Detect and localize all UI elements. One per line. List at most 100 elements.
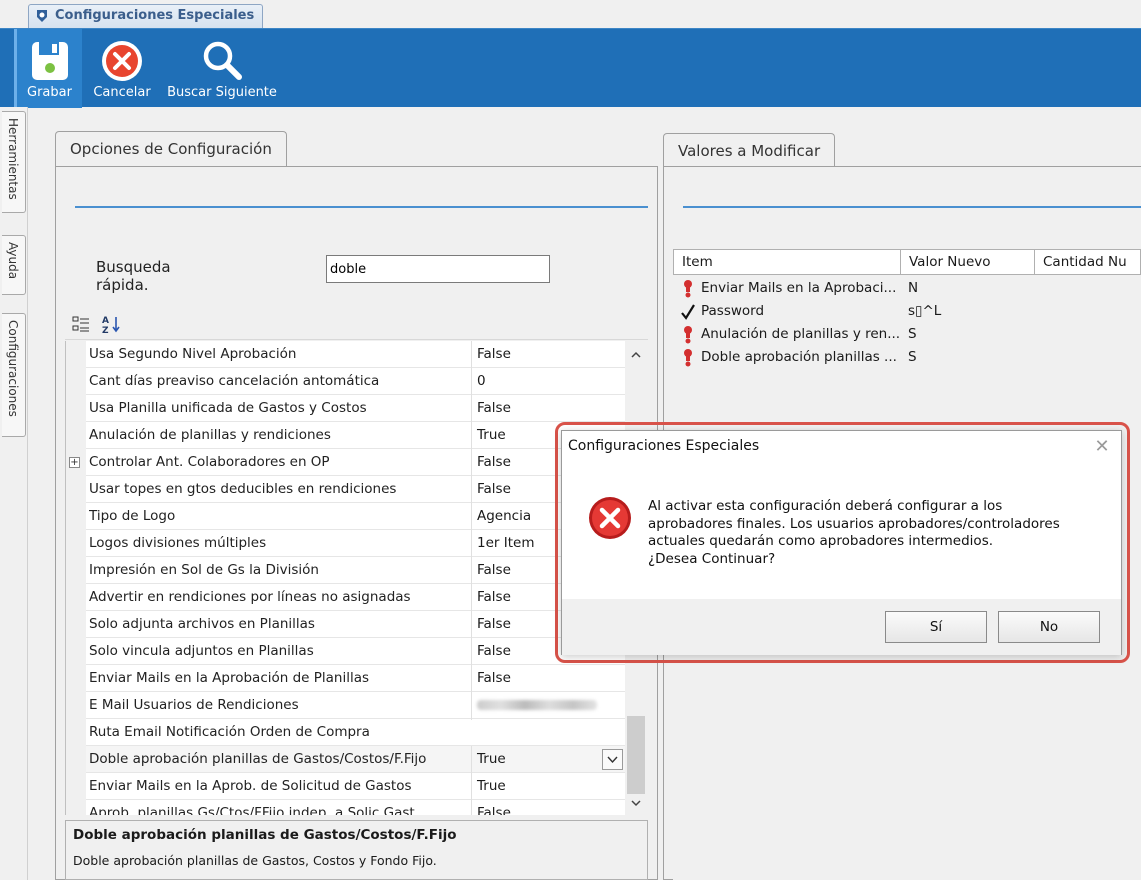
grid-row[interactable]: Logos divisiones múltiples 1er Item [66,530,625,557]
toolbar: Grabar Cancelar Buscar Siguiente [0,28,1141,108]
side-tab-label: Configuraciones [6,320,20,417]
grid-row[interactable]: Tipo de Logo Agencia [66,503,625,530]
row-name: Usa Segundo Nivel Aprobación [89,346,297,362]
expand-plus-icon[interactable]: + [69,457,80,468]
exclamation-icon [684,280,692,298]
tab-label: Opciones de Configuración [70,140,272,158]
grid-row[interactable]: Ruta Email Notificación Orden de Compra [66,719,625,746]
categorized-view-icon[interactable] [71,314,91,334]
dialog-message: Al activar esta configuración deberá con… [648,498,1088,568]
list-item-value: S [908,349,917,365]
find-next-button-label: Buscar Siguiente [167,85,277,100]
svg-text:A: A [102,316,109,326]
property-grid-toolbar: A Z [65,308,648,340]
column-header-valor-nuevo[interactable]: Valor Nuevo [901,250,1035,274]
scroll-up-icon[interactable] [625,345,647,365]
row-name: Controlar Ant. Colaboradores en OP [89,454,330,470]
list-item-name: Doble aprobación planillas ... [701,349,897,365]
cancel-button-label: Cancelar [93,85,151,100]
grid-row[interactable]: E Mail Usuarios de Rendiciones [66,692,625,720]
list-item[interactable]: Anulación de planillas y ren... S [673,323,1141,346]
grid-row[interactable]: Aprob. planillas Gs/Ctos/FFijo indep. a … [66,800,625,815]
exclamation-icon [684,326,692,344]
side-tab-configuraciones[interactable]: Configuraciones [2,313,26,437]
description-title: Doble aprobación planillas de Gastos/Cos… [73,827,457,843]
confirm-dialog: Configuraciones Especiales ✕ Al activar … [561,430,1122,655]
row-name: Logos divisiones múltiples [89,535,267,551]
row-value[interactable]: False [471,341,625,368]
scroll-down-icon[interactable] [625,793,647,813]
exclamation-icon [684,349,692,367]
checkmark-icon [681,304,695,320]
row-name: Tipo de Logo [89,508,176,524]
row-name: Doble aprobación planillas de Gastos/Cos… [89,751,427,767]
quick-search-input[interactable] [326,255,550,283]
chevron-down-icon [607,756,618,764]
row-name: Advertir en rendiciones por líneas no as… [89,589,411,605]
list-item[interactable]: Password s▯^L [673,300,1141,323]
property-grid: Usa Segundo Nivel Aprobación False Cant d… [65,341,625,815]
row-value-redacted[interactable] [471,692,625,720]
column-header-item[interactable]: Item [674,250,901,274]
description-text: Doble aprobación planillas de Gastos, Co… [73,853,437,868]
scroll-thumb[interactable] [627,716,645,794]
window-tab[interactable]: Configuraciones Especiales [28,4,264,28]
dialog-message-line: Al activar esta configuración deberá con… [648,498,1003,514]
dialog-message-line: ¿Desea Continuar? [648,550,776,567]
alphabetical-sort-icon[interactable]: A Z [101,314,121,336]
grid-row[interactable]: Enviar Mails en la Aprobación de Planill… [66,665,625,692]
yes-button[interactable]: Sí [885,611,987,643]
grid-row[interactable]: Usa Segundo Nivel Aprobación False [66,341,625,368]
grid-row[interactable]: Solo adjunta archivos en Planillas False [66,611,625,638]
tab-label: Valores a Modificar [678,142,821,160]
row-value[interactable]: False [471,800,625,815]
list-item-name: Enviar Mails en la Aprobaci... [701,280,897,296]
grid-row[interactable]: Solo vincula adjuntos en Planillas False [66,638,625,665]
row-value[interactable]: 0 [471,368,625,395]
grid-row[interactable]: Impresión en Sol de Gs la División False [66,557,625,584]
list-item[interactable]: Enviar Mails en la Aprobaci... N [673,277,1141,300]
row-name: Solo adjunta archivos en Planillas [89,616,315,632]
grid-row[interactable]: Cant días preaviso cancelación antomátic… [66,368,625,395]
grid-row-selected[interactable]: Doble aprobación planillas de Gastos/Cos… [66,746,625,773]
row-value[interactable]: True [471,773,625,800]
row-name: Cant días preaviso cancelación antomátic… [89,373,380,389]
column-header-cantidad[interactable]: Cantidad Nu [1035,250,1141,274]
app-logo-icon [37,10,47,22]
close-icon[interactable]: ✕ [1090,435,1114,459]
row-value[interactable]: False [471,665,625,692]
quick-search-label: Busqueda rápida. [96,258,171,294]
row-value[interactable]: False [471,395,625,422]
floppy-disk-icon [31,42,68,80]
side-tab-herramientas[interactable]: Herramientas [2,111,26,213]
grid-row[interactable]: + Controlar Ant. Colaboradores en OP False [66,449,625,476]
tab-valores-modificar[interactable]: Valores a Modificar [663,133,836,167]
side-tab-ayuda[interactable]: Ayuda [2,235,26,295]
list-item-value: s▯^L [908,303,942,319]
search-icon [203,41,242,80]
no-button[interactable]: No [998,611,1100,643]
grid-row[interactable]: Enviar Mails en la Aprob. de Solicitud d… [66,773,625,800]
row-name: Impresión en Sol de Gs la División [89,562,319,578]
row-name: Anulación de planillas y rendiciones [89,427,331,443]
save-button-label: Grabar [27,85,72,100]
grid-row[interactable]: Anulación de planillas y rendiciones True [66,422,625,449]
value-dropdown-button[interactable] [602,749,623,770]
side-tab-label: Ayuda [6,242,20,280]
grid-row[interactable]: Usar topes en gtos deducibles en rendici… [66,476,625,503]
save-button[interactable]: Grabar [14,29,82,108]
row-name: Ruta Email Notificación Orden de Compra [89,724,370,740]
tab-opciones-configuracion[interactable]: Opciones de Configuración [55,131,287,167]
row-name: Aprob. planillas Gs/Ctos/FFijo indep. a … [89,805,419,815]
grid-row[interactable]: Advertir en rendiciones por líneas no as… [66,584,625,611]
row-name: Usar topes en gtos deducibles en rendici… [89,481,397,497]
cancel-button[interactable]: Cancelar [88,29,156,108]
row-name: Enviar Mails en la Aprob. de Solicitud d… [89,778,412,794]
grid-row[interactable]: Usa Planilla unificada de Gastos y Costo… [66,395,625,422]
row-name: Enviar Mails en la Aprobación de Planill… [89,670,370,686]
list-item[interactable]: Doble aprobación planillas ... S [673,346,1141,369]
dialog-message-line: actuales quedarán como aprobadores inter… [648,533,994,549]
find-next-button[interactable]: Buscar Siguiente [162,29,282,108]
dialog-footer: Sí No [562,599,1121,655]
row-name: E Mail Usuarios de Rendiciones [89,697,299,713]
